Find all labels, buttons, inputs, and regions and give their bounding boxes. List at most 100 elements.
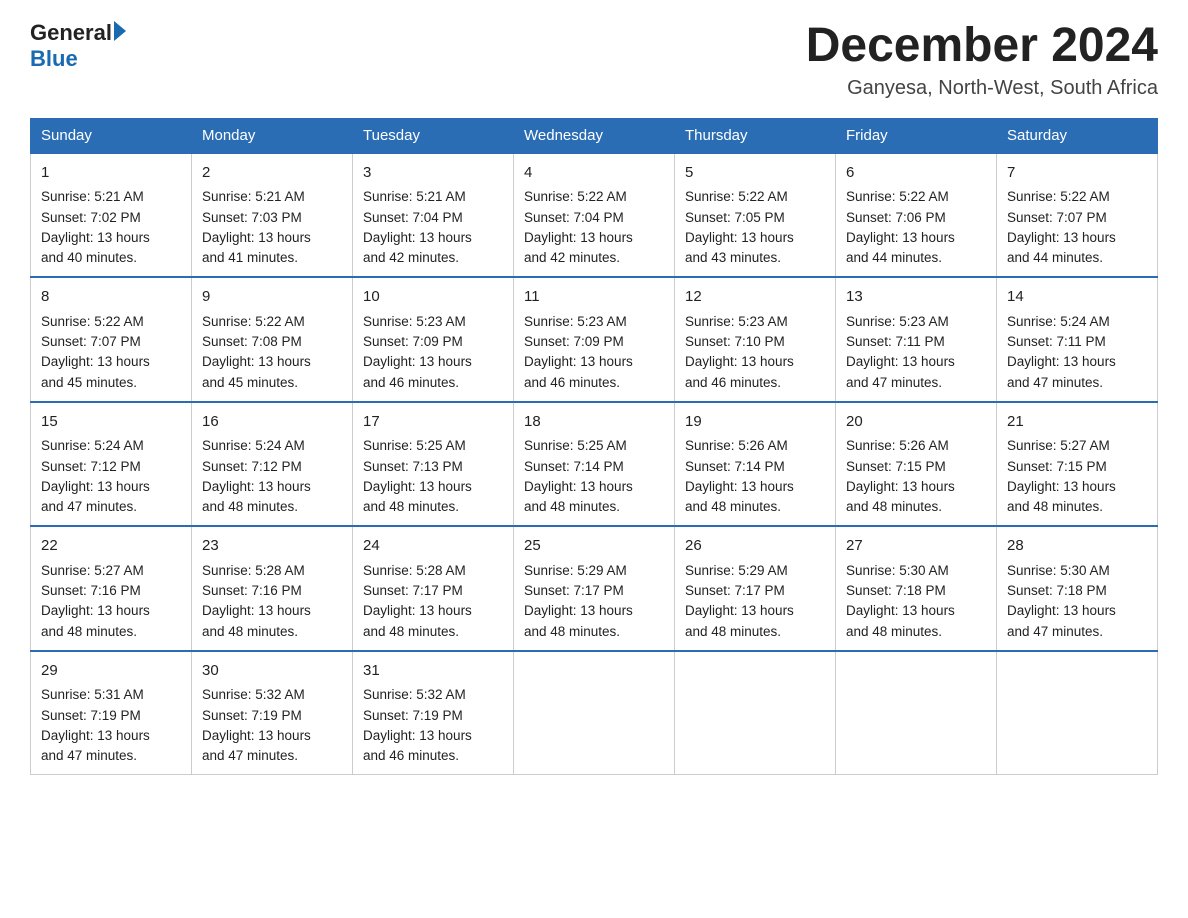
calendar-cell: 31Sunrise: 5:32 AMSunset: 7:19 PMDayligh…	[353, 651, 514, 775]
sunset-text: Sunset: 7:16 PM	[202, 583, 302, 598]
sunrise-text: Sunrise: 5:23 AM	[846, 314, 949, 329]
calendar-cell: 22Sunrise: 5:27 AMSunset: 7:16 PMDayligh…	[31, 526, 192, 651]
sunrise-text: Sunrise: 5:23 AM	[363, 314, 466, 329]
daylight-text-line2: and 40 minutes.	[41, 250, 137, 265]
sunset-text: Sunset: 7:12 PM	[41, 459, 141, 474]
daylight-text-line1: Daylight: 13 hours	[846, 603, 955, 618]
sunset-text: Sunset: 7:17 PM	[685, 583, 785, 598]
sunrise-text: Sunrise: 5:24 AM	[202, 438, 305, 453]
calendar-cell: 3Sunrise: 5:21 AMSunset: 7:04 PMDaylight…	[353, 153, 514, 278]
daylight-text-line2: and 44 minutes.	[1007, 250, 1103, 265]
calendar-cell: 2Sunrise: 5:21 AMSunset: 7:03 PMDaylight…	[192, 153, 353, 278]
sunset-text: Sunset: 7:15 PM	[846, 459, 946, 474]
sunset-text: Sunset: 7:07 PM	[41, 334, 141, 349]
sunrise-text: Sunrise: 5:29 AM	[524, 563, 627, 578]
calendar-cell	[675, 651, 836, 775]
sunrise-text: Sunrise: 5:21 AM	[202, 189, 305, 204]
daylight-text-line1: Daylight: 13 hours	[363, 728, 472, 743]
day-number: 9	[202, 286, 342, 309]
sunset-text: Sunset: 7:19 PM	[41, 708, 141, 723]
daylight-text-line2: and 43 minutes.	[685, 250, 781, 265]
calendar-cell: 6Sunrise: 5:22 AMSunset: 7:06 PMDaylight…	[836, 153, 997, 278]
calendar-cell: 16 Sunrise: 5:24 AM Sunset: 7:12 PM Dayligh…	[192, 402, 353, 527]
daylight-text-line2: and 45 minutes.	[202, 375, 298, 390]
daylight-text-line1: Daylight: 13 hours	[41, 603, 150, 618]
sunrise-text: Sunrise: 5:22 AM	[41, 314, 144, 329]
calendar-cell	[514, 651, 675, 775]
day-header-thursday: Thursday	[675, 118, 836, 153]
daylight-text-line1: Daylight: 13 hours	[363, 479, 472, 494]
day-number: 16	[202, 411, 342, 434]
sunset-text: Sunset: 7:05 PM	[685, 210, 785, 225]
calendar-subtitle: Ganyesa, North-West, South Africa	[806, 77, 1158, 100]
calendar-cell: 27Sunrise: 5:30 AMSunset: 7:18 PMDayligh…	[836, 526, 997, 651]
sunrise-text: Sunrise: 5:25 AM	[524, 438, 627, 453]
sunrise-text: Sunrise: 5:25 AM	[363, 438, 466, 453]
calendar-cell: 23Sunrise: 5:28 AMSunset: 7:16 PMDayligh…	[192, 526, 353, 651]
daylight-text-line1: Daylight: 13 hours	[202, 354, 311, 369]
sunrise-text: Sunrise: 5:22 AM	[202, 314, 305, 329]
day-number: 13	[846, 286, 986, 309]
sunset-text: Sunset: 7:19 PM	[202, 708, 302, 723]
sunset-text: Sunset: 7:06 PM	[846, 210, 946, 225]
sunset-text: Sunset: 7:03 PM	[202, 210, 302, 225]
sunrise-text: Sunrise: 5:26 AM	[846, 438, 949, 453]
daylight-text-line1: Daylight: 13 hours	[202, 230, 311, 245]
daylight-text-line1: Daylight: 13 hours	[685, 479, 794, 494]
day-header-monday: Monday	[192, 118, 353, 153]
sunrise-text: Sunrise: 5:30 AM	[846, 563, 949, 578]
sunrise-text: Sunrise: 5:22 AM	[846, 189, 949, 204]
day-number: 8	[41, 286, 181, 309]
sunset-text: Sunset: 7:18 PM	[1007, 583, 1107, 598]
sunset-text: Sunset: 7:12 PM	[202, 459, 302, 474]
calendar-cell: 11Sunrise: 5:23 AMSunset: 7:09 PMDayligh…	[514, 277, 675, 402]
sunset-text: Sunset: 7:17 PM	[524, 583, 624, 598]
calendar-table: SundayMondayTuesdayWednesdayThursdayFrid…	[30, 118, 1158, 776]
day-number: 1	[41, 162, 181, 185]
calendar-cell: 29Sunrise: 5:31 AMSunset: 7:19 PMDayligh…	[31, 651, 192, 775]
calendar-cell: 28Sunrise: 5:30 AMSunset: 7:18 PMDayligh…	[997, 526, 1158, 651]
logo-general-text: General	[30, 20, 112, 46]
calendar-cell: 1Sunrise: 5:21 AMSunset: 7:02 PMDaylight…	[31, 153, 192, 278]
daylight-text-line2: and 48 minutes.	[363, 624, 459, 639]
day-number: 11	[524, 286, 664, 309]
daylight-text-line1: Daylight: 13 hours	[41, 479, 150, 494]
daylight-text-line1: Daylight: 13 hours	[363, 603, 472, 618]
daylight-text-line1: Daylight: 13 hours	[202, 728, 311, 743]
sunrise-text: Sunrise: 5:27 AM	[1007, 438, 1110, 453]
daylight-text-line2: and 42 minutes.	[524, 250, 620, 265]
daylight-text-line1: Daylight: 13 hours	[524, 230, 633, 245]
daylight-text-line2: and 42 minutes.	[363, 250, 459, 265]
calendar-title: December 2024	[806, 20, 1158, 73]
day-number: 6	[846, 162, 986, 185]
calendar-cell: 9Sunrise: 5:22 AMSunset: 7:08 PMDaylight…	[192, 277, 353, 402]
day-number: 15	[41, 411, 181, 434]
calendar-cell: 21Sunrise: 5:27 AMSunset: 7:15 PMDayligh…	[997, 402, 1158, 527]
daylight-text-line2: and 48 minutes.	[41, 624, 137, 639]
calendar-cell: 14Sunrise: 5:24 AMSunset: 7:11 PMDayligh…	[997, 277, 1158, 402]
day-number: 14	[1007, 286, 1147, 309]
day-number: 28	[1007, 535, 1147, 558]
sunrise-text: Sunrise: 5:22 AM	[524, 189, 627, 204]
calendar-cell: 10Sunrise: 5:23 AMSunset: 7:09 PMDayligh…	[353, 277, 514, 402]
calendar-week-5: 29Sunrise: 5:31 AMSunset: 7:19 PMDayligh…	[31, 651, 1158, 775]
daylight-text-line2: and 46 minutes.	[363, 375, 459, 390]
daylight-text-line2: and 48 minutes.	[363, 499, 459, 514]
sunset-text: Sunset: 7:11 PM	[1007, 334, 1106, 349]
day-number: 22	[41, 535, 181, 558]
day-number: 31	[363, 660, 503, 683]
sunset-text: Sunset: 7:02 PM	[41, 210, 141, 225]
daylight-text-line1: Daylight: 13 hours	[685, 354, 794, 369]
day-number: 3	[363, 162, 503, 185]
calendar-cell: 25Sunrise: 5:29 AMSunset: 7:17 PMDayligh…	[514, 526, 675, 651]
sunset-text: Sunset: 7:14 PM	[685, 459, 785, 474]
calendar-cell: 17Sunrise: 5:25 AMSunset: 7:13 PMDayligh…	[353, 402, 514, 527]
day-number: 25	[524, 535, 664, 558]
daylight-text-line1: Daylight: 13 hours	[1007, 230, 1116, 245]
calendar-week-4: 22Sunrise: 5:27 AMSunset: 7:16 PMDayligh…	[31, 526, 1158, 651]
sunrise-text: Sunrise: 5:24 AM	[41, 438, 144, 453]
day-header-tuesday: Tuesday	[353, 118, 514, 153]
daylight-text-line1: Daylight: 13 hours	[202, 479, 311, 494]
day-header-wednesday: Wednesday	[514, 118, 675, 153]
calendar-cell: 19Sunrise: 5:26 AMSunset: 7:14 PMDayligh…	[675, 402, 836, 527]
